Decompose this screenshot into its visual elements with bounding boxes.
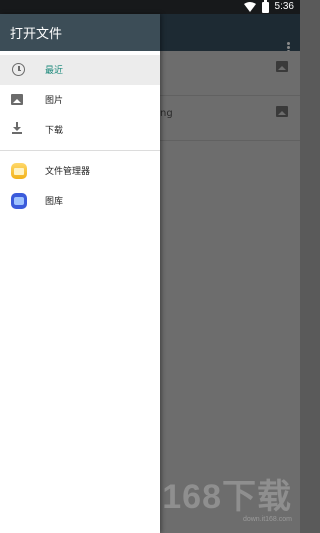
- drawer-list: 最近 图片 下载 文件管理器 图库: [0, 51, 160, 216]
- drawer-item-label: 文件管理器: [45, 167, 91, 177]
- drawer-item-downloads[interactable]: 下载: [0, 115, 160, 145]
- drawer-title: 打开文件: [10, 27, 63, 42]
- navigation-drawer: 打开文件 最近 图片 下载 文件管理器 图库: [0, 14, 160, 533]
- status-time: 5:36: [274, 1, 294, 12]
- drawer-item-label: 图库: [45, 197, 64, 207]
- status-bar: 5:36: [0, 0, 300, 14]
- image-file-icon: [276, 61, 288, 72]
- drawer-item-file-manager[interactable]: 文件管理器: [0, 156, 160, 186]
- drawer-item-recent[interactable]: 最近: [0, 55, 160, 85]
- file-name-fragment: ng: [160, 108, 173, 119]
- image-file-icon: [276, 106, 288, 117]
- wifi-icon: [243, 2, 256, 12]
- watermark-logo: 168下载 down.it168.com: [162, 478, 292, 523]
- download-icon: [11, 122, 23, 134]
- drawer-divider: [0, 150, 160, 151]
- image-icon: [11, 94, 23, 105]
- status-icons: 5:36: [243, 0, 294, 13]
- drawer-item-label: 最近: [45, 66, 64, 76]
- drawer-header: 打开文件: [0, 14, 160, 51]
- drawer-item-images[interactable]: 图片: [0, 85, 160, 115]
- clock-icon: [12, 63, 25, 76]
- drawer-item-gallery[interactable]: 图库: [0, 186, 160, 216]
- gallery-icon: [11, 193, 27, 209]
- file-manager-icon: [11, 163, 27, 179]
- battery-icon: [261, 0, 269, 13]
- drawer-item-label: 下载: [45, 126, 64, 136]
- drawer-item-label: 图片: [45, 96, 64, 106]
